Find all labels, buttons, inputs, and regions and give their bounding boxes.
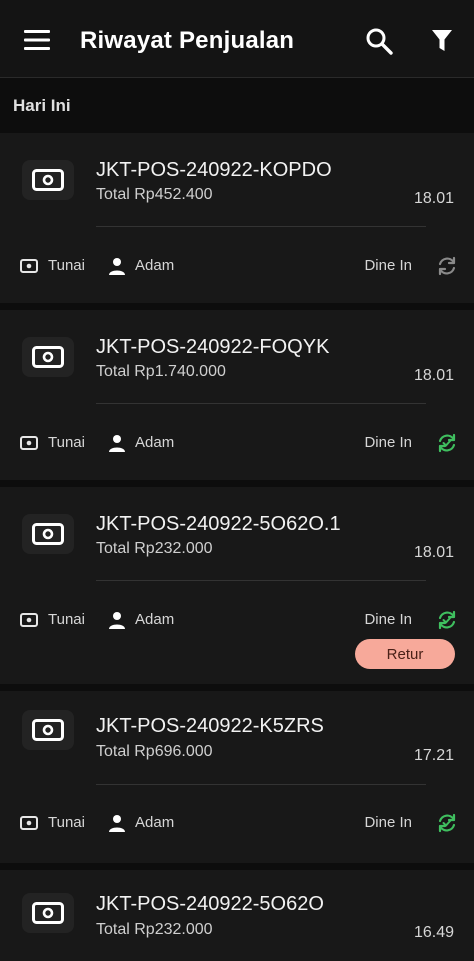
section-label-today: Hari Ini — [13, 96, 71, 115]
sync-done-icon — [438, 433, 456, 453]
cash-tile — [22, 514, 74, 554]
payment-method: Tunai — [48, 814, 85, 831]
person-icon — [109, 612, 125, 629]
order-time: 18.01 — [413, 190, 454, 207]
cash-payment-icon — [20, 259, 38, 273]
cash-note-icon — [32, 169, 64, 191]
order-time: 16.49 — [413, 924, 454, 941]
hamburger-menu-icon — [24, 30, 50, 50]
filter-icon — [432, 30, 452, 51]
order-total: Total Rp1.740.000 — [96, 363, 226, 380]
cashier-name: Adam — [135, 611, 175, 628]
order-type: Dine In — [364, 814, 412, 831]
order-type: Dine In — [364, 434, 412, 451]
order-time: 17.21 — [413, 747, 454, 764]
order-id: JKT-POS-240922-5O62O — [96, 893, 324, 915]
person-icon — [109, 435, 125, 452]
app-bar: Riwayat Penjualan — [0, 0, 474, 78]
person-icon — [109, 258, 125, 275]
transaction-card[interactable]: JKT-POS-240922-KOPDO Total Rp452.400 18.… — [0, 133, 474, 303]
payment-method: Tunai — [48, 611, 85, 628]
order-meta: Tunai Adam Dine In — [20, 810, 458, 836]
person-icon — [109, 815, 125, 832]
transaction-card[interactable]: JKT-POS-240922-FOQYK Total Rp1.740.000 1… — [0, 310, 474, 480]
page-title: Riwayat Penjualan — [80, 27, 295, 54]
order-total: Total Rp232.000 — [96, 921, 213, 938]
search-button[interactable] — [362, 24, 396, 58]
order-total: Total Rp452.400 — [96, 186, 213, 203]
card-divider — [96, 226, 426, 227]
sync-done-icon — [438, 813, 456, 833]
card-divider — [96, 403, 426, 404]
menu-button[interactable] — [20, 24, 54, 56]
cashier-name: Adam — [135, 434, 175, 451]
card-divider — [96, 784, 426, 785]
order-id: JKT-POS-240922-5O62O.1 — [96, 513, 341, 535]
transaction-card[interactable]: JKT-POS-240922-5O62O.1 Total Rp232.000 1… — [0, 487, 474, 684]
order-id: JKT-POS-240922-FOQYK — [96, 336, 330, 358]
cash-note-icon — [32, 719, 64, 741]
transaction-card[interactable]: JKT-POS-240922-K5ZRS Total Rp696.000 17.… — [0, 691, 474, 863]
order-type: Dine In — [364, 257, 412, 274]
order-time: 18.01 — [413, 367, 454, 384]
cash-note-icon — [32, 902, 64, 924]
filter-button[interactable] — [426, 25, 458, 57]
cash-payment-icon — [20, 613, 38, 627]
order-meta: Tunai Adam Dine In — [20, 253, 458, 279]
cash-note-icon — [32, 346, 64, 368]
order-id: JKT-POS-240922-KOPDO — [96, 159, 332, 181]
payment-method: Tunai — [48, 434, 85, 451]
order-meta: Tunai Adam Dine In — [20, 430, 458, 456]
cashier-name: Adam — [135, 257, 175, 274]
order-total: Total Rp696.000 — [96, 743, 213, 760]
order-id: JKT-POS-240922-K5ZRS — [96, 715, 324, 737]
cash-tile — [22, 893, 74, 933]
card-divider — [96, 580, 426, 581]
order-meta: Tunai Adam Dine In — [20, 607, 458, 633]
sync-pending-icon — [438, 256, 456, 276]
order-type: Dine In — [364, 611, 412, 628]
sync-done-icon — [438, 610, 456, 630]
cash-tile — [22, 337, 74, 377]
order-total: Total Rp232.000 — [96, 540, 213, 557]
order-time: 18.01 — [413, 544, 454, 561]
retur-button[interactable]: Retur — [355, 639, 455, 669]
cash-tile — [22, 160, 74, 200]
cash-tile — [22, 710, 74, 750]
payment-method: Tunai — [48, 257, 85, 274]
cash-payment-icon — [20, 436, 38, 450]
cash-note-icon — [32, 523, 64, 545]
cashier-name: Adam — [135, 814, 175, 831]
transaction-card[interactable]: JKT-POS-240922-5O62O Total Rp232.000 16.… — [0, 870, 474, 961]
search-icon — [366, 28, 393, 55]
cash-payment-icon — [20, 816, 38, 830]
